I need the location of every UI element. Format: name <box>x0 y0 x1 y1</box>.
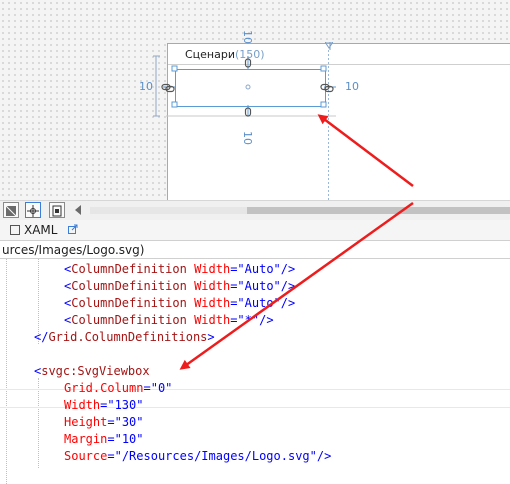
toggle-grid-button[interactable] <box>3 202 19 218</box>
scroll-left-icon[interactable] <box>75 205 81 215</box>
anchor-chain-icons[interactable] <box>0 0 510 200</box>
anchor-right-icon <box>320 83 334 93</box>
code-token: Width <box>194 262 231 276</box>
code-token: Width <box>194 279 231 293</box>
code-token: ColumnDefinition <box>71 296 187 310</box>
code-line[interactable]: <ColumnDefinition Width="Auto"/> <box>64 261 295 278</box>
code-token: Width <box>194 313 231 327</box>
code-token: Width <box>194 296 231 310</box>
anchor-left-icon <box>161 83 175 93</box>
artboard-icon <box>52 205 62 217</box>
code-token: "Auto" <box>237 279 281 293</box>
code-token: "0" <box>150 381 173 395</box>
indent-guide <box>6 259 7 484</box>
margin-top-label: 10 <box>241 30 254 44</box>
code-token: /> <box>280 262 296 276</box>
margin-left-label: 10 <box>139 80 153 93</box>
code-token: "130" <box>107 398 144 412</box>
element-path: urces/Images/Logo.svg) <box>2 243 145 257</box>
code-line[interactable]: <svgc:SvgViewbox <box>34 363 150 380</box>
scrollbar-thumb[interactable] <box>247 207 510 214</box>
code-token: /> <box>259 313 274 327</box>
margin-bottom-label: 10 <box>241 131 254 145</box>
designer-toolbar <box>0 200 510 221</box>
tab-xaml-label: XAML <box>24 223 58 237</box>
code-line[interactable]: <ColumnDefinition Width="Auto"/> <box>64 295 295 312</box>
code-token: = <box>107 449 115 463</box>
code-line[interactable]: Width="130" <box>64 397 143 414</box>
anchor-top-icon <box>244 58 252 68</box>
xaml-tab-icon <box>10 224 20 235</box>
horizontal-scrollbar[interactable] <box>90 207 510 214</box>
code-token: /> <box>316 449 332 463</box>
code-line[interactable]: </Grid.ColumnDefinitions> <box>34 329 215 346</box>
code-token: > <box>207 330 215 344</box>
code-token: = <box>107 432 115 446</box>
code-token: = <box>107 415 115 429</box>
code-token: "10" <box>114 432 144 446</box>
toggle-snap-button[interactable] <box>25 202 41 218</box>
code-token: ColumnDefinition <box>71 262 187 276</box>
code-line[interactable]: Height="30" <box>64 414 144 431</box>
code-token: "*" <box>237 313 260 327</box>
design-surface[interactable]: Сценари (150) 10 10 10 10 <box>0 0 510 201</box>
code-token: Height <box>64 415 108 429</box>
code-token: Margin <box>64 432 108 446</box>
code-token: Width <box>64 398 101 412</box>
code-token: Grid.ColumnDefinitions <box>48 330 208 344</box>
popout-icon[interactable] <box>68 224 78 234</box>
tab-xaml[interactable]: XAML <box>10 223 57 237</box>
toggle-artboard-button[interactable] <box>49 202 65 218</box>
grid-icon <box>5 205 17 217</box>
snap-icon <box>27 205 39 217</box>
code-line[interactable]: Source="/Resources/Images/Logo.svg"/> <box>64 448 331 465</box>
code-token: "/Resources/Images/Logo.svg" <box>114 449 317 463</box>
code-token: /> <box>280 296 296 310</box>
code-line[interactable]: <ColumnDefinition Width="Auto"/> <box>64 278 295 295</box>
code-token: = <box>143 381 151 395</box>
code-token: Grid.Column <box>64 381 144 395</box>
code-token: svgc:SvgViewbox <box>41 364 150 378</box>
code-token: ColumnDefinition <box>71 313 187 327</box>
code-token: "Auto" <box>237 262 281 276</box>
xaml-editor[interactable]: <ColumnDefinition Width="Auto"/> <ColumnD… <box>0 259 510 484</box>
code-line[interactable]: <ColumnDefinition Width="*"/> <box>64 312 274 329</box>
code-line[interactable]: Grid.Column="0" <box>64 380 172 397</box>
view-tabs: XAML <box>0 220 510 241</box>
anchor-bottom-icon <box>244 107 252 117</box>
code-token: /> <box>280 279 296 293</box>
code-line[interactable]: Margin="10" <box>64 431 144 448</box>
code-token: </ <box>34 330 49 344</box>
margin-right-label: 10 <box>345 80 359 93</box>
element-path-bar[interactable]: urces/Images/Logo.svg) <box>0 241 510 259</box>
code-token: "Auto" <box>237 296 281 310</box>
code-token: ColumnDefinition <box>71 279 187 293</box>
code-token: Source <box>64 449 108 463</box>
code-token: "30" <box>114 415 144 429</box>
